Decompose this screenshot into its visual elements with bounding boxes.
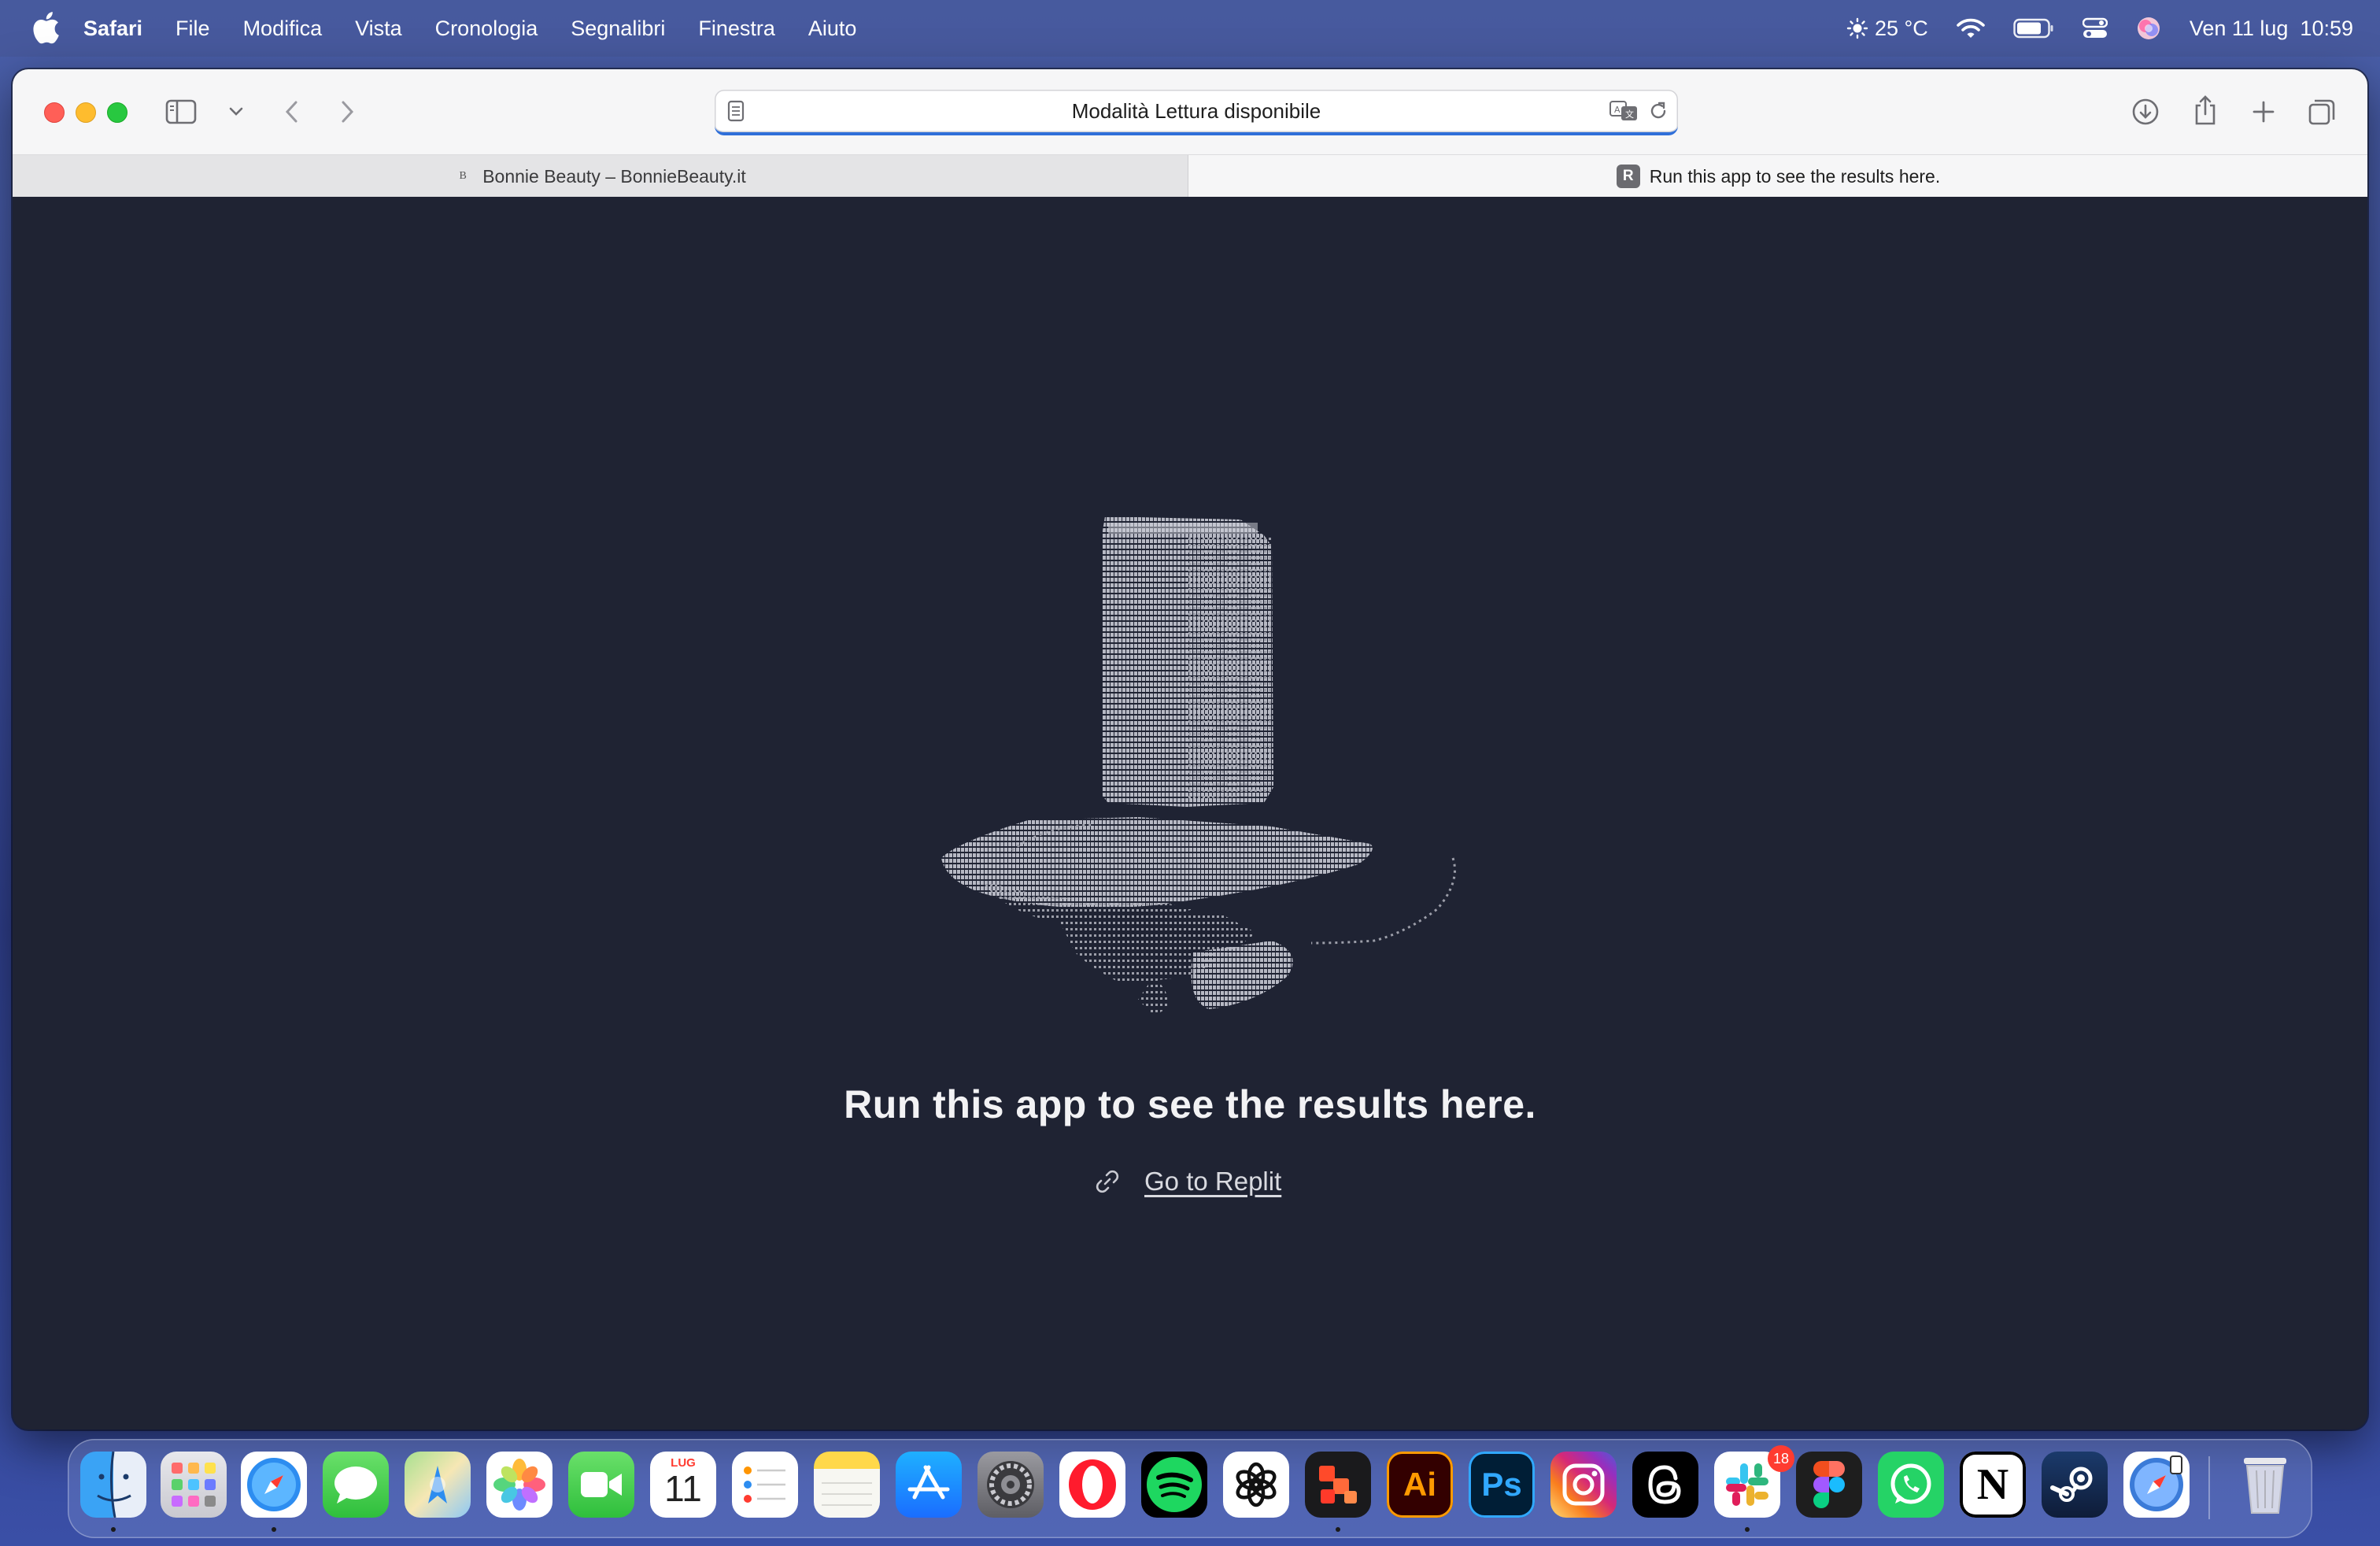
share-button[interactable] <box>2190 93 2221 128</box>
tab-replit-run[interactable]: R Run this app to see the results here. <box>1189 155 2367 198</box>
weather-status[interactable]: 25 °C <box>1846 17 1928 41</box>
chevron-down-icon <box>229 107 243 116</box>
tab-group-menu-button[interactable] <box>225 101 247 123</box>
system-settings-icon[interactable] <box>978 1452 1044 1518</box>
control-center[interactable] <box>2082 17 2108 39</box>
whatsapp-icon[interactable] <box>1878 1452 1944 1518</box>
menu-aiuto[interactable]: Aiuto <box>808 17 857 41</box>
taskade-running-dot <box>1336 1527 1340 1532</box>
replit-favicon: R <box>1616 165 1640 188</box>
forward-button[interactable] <box>334 96 362 128</box>
menu-modifica[interactable]: Modifica <box>243 17 323 41</box>
threads-icon[interactable] <box>1632 1452 1698 1518</box>
messages-icon[interactable] <box>323 1452 389 1518</box>
opera-icon[interactable] <box>1059 1452 1125 1518</box>
share-icon <box>2195 95 2216 125</box>
chevron-right-icon <box>342 101 354 123</box>
menu-cronologia[interactable]: Cronologia <box>435 17 538 41</box>
calendar-icon[interactable]: LUG 11 <box>650 1452 716 1518</box>
run-app-message: Run this app to see the results here. <box>844 1082 1536 1126</box>
bonnie-favicon: B <box>459 170 467 182</box>
reminders-icon[interactable] <box>732 1452 798 1518</box>
menu-file[interactable]: File <box>176 17 210 41</box>
dock-separator <box>2208 1456 2210 1519</box>
sidebar-toggle-button[interactable] <box>164 98 198 126</box>
finder-running-dot <box>111 1527 116 1532</box>
ascii-hat-illustration <box>941 516 1456 1015</box>
menu-vista[interactable]: Vista <box>355 17 402 41</box>
menu-finestra[interactable]: Finestra <box>698 17 775 41</box>
slack-badge: 18 <box>1768 1445 1794 1472</box>
siri[interactable] <box>2136 16 2161 41</box>
spotify-icon[interactable] <box>1141 1452 1207 1518</box>
svg-text:文: 文 <box>1625 109 1634 120</box>
safari-icon[interactable] <box>241 1452 307 1518</box>
menu-app-safari[interactable]: Safari <box>83 17 142 41</box>
zoom-window-button[interactable] <box>107 102 128 123</box>
figma-icon[interactable] <box>1796 1452 1862 1518</box>
go-to-replit-link[interactable]: Go to Replit <box>1094 1167 1281 1196</box>
taskade-icon[interactable] <box>1305 1452 1371 1518</box>
translate-icon[interactable]: A 文 <box>1609 99 1640 123</box>
launchpad-icon[interactable] <box>161 1452 227 1518</box>
sun-icon <box>1846 17 1868 39</box>
tab-overview-button[interactable] <box>2306 96 2338 128</box>
menu-bar: Safari File Modifica Vista Cronologia Se… <box>0 0 2380 57</box>
app-store-icon[interactable] <box>896 1452 962 1518</box>
calendar-day: 11 <box>664 1468 702 1509</box>
illustrator-icon[interactable]: Ai <box>1387 1452 1453 1518</box>
minimize-window-button[interactable] <box>76 102 96 123</box>
photoshop-icon[interactable]: Ps <box>1469 1452 1535 1518</box>
finder-icon[interactable] <box>80 1452 146 1518</box>
apple-logo-icon[interactable] <box>31 11 60 44</box>
safari-tech-preview-icon[interactable] <box>2123 1452 2190 1518</box>
link-icon <box>1096 1170 1119 1193</box>
steam-icon[interactable] <box>2042 1452 2108 1518</box>
trash-icon[interactable] <box>2232 1452 2298 1518</box>
menu-segnalibri[interactable]: Segnalibri <box>571 17 665 41</box>
control-center-icon <box>2082 17 2108 38</box>
plus-icon <box>2252 101 2275 123</box>
battery-icon <box>2013 18 2053 39</box>
wifi-icon <box>1957 18 1985 38</box>
tab-title: Bonnie Beauty – BonnieBeauty.it <box>482 165 746 187</box>
chatgpt-icon[interactable] <box>1223 1452 1289 1518</box>
tab-bar: B Bonnie Beauty – BonnieBeauty.it R Run … <box>13 154 2367 198</box>
safari-window: Modalità Lettura disponibile A 文 B Bonni… <box>13 69 2367 1429</box>
close-window-button[interactable] <box>44 102 65 123</box>
battery-status[interactable] <box>2013 18 2054 39</box>
dock: LUG 11 Ai Ps 18 N <box>68 1439 2312 1538</box>
sidebar-icon <box>165 99 197 124</box>
clock[interactable]: Ven 11 lug 10:59 <box>2190 17 2353 41</box>
new-tab-button[interactable] <box>2248 96 2279 128</box>
maps-icon[interactable] <box>405 1452 471 1518</box>
photos-icon[interactable] <box>486 1452 552 1518</box>
safari-running-dot <box>272 1527 276 1532</box>
datetime-text: Ven 11 lug 10:59 <box>2189 16 2353 40</box>
tab-bonnie-beauty[interactable]: B Bonnie Beauty – BonnieBeauty.it <box>13 155 1188 198</box>
go-to-replit-text[interactable]: Go to Replit <box>1144 1167 1281 1196</box>
back-button[interactable] <box>277 96 305 128</box>
wifi-status[interactable] <box>1957 17 1985 39</box>
address-text: Modalità Lettura disponibile <box>1071 99 1321 123</box>
tab-overview-icon <box>2308 99 2335 125</box>
reload-icon[interactable] <box>1648 100 1669 122</box>
toolbar: Modalità Lettura disponibile A 文 <box>13 69 2367 154</box>
weather-text: 25 °C <box>1874 16 1928 40</box>
chevron-left-icon <box>285 101 298 123</box>
page-content: Run this app to see the results here. Go… <box>13 197 2367 1429</box>
svg-text:A: A <box>1614 105 1621 115</box>
slack-running-dot <box>1745 1527 1750 1532</box>
notion-icon[interactable]: N <box>1960 1452 2026 1518</box>
facetime-icon[interactable] <box>568 1452 634 1518</box>
tab-title: Run this app to see the results here. <box>1649 165 1941 187</box>
instagram-icon[interactable] <box>1550 1452 1617 1518</box>
download-icon <box>2132 98 2159 125</box>
address-bar[interactable]: Modalità Lettura disponibile A 文 <box>715 90 1678 135</box>
notes-icon[interactable] <box>814 1452 880 1518</box>
siri-icon <box>2137 17 2160 39</box>
downloads-button[interactable] <box>2130 96 2161 128</box>
